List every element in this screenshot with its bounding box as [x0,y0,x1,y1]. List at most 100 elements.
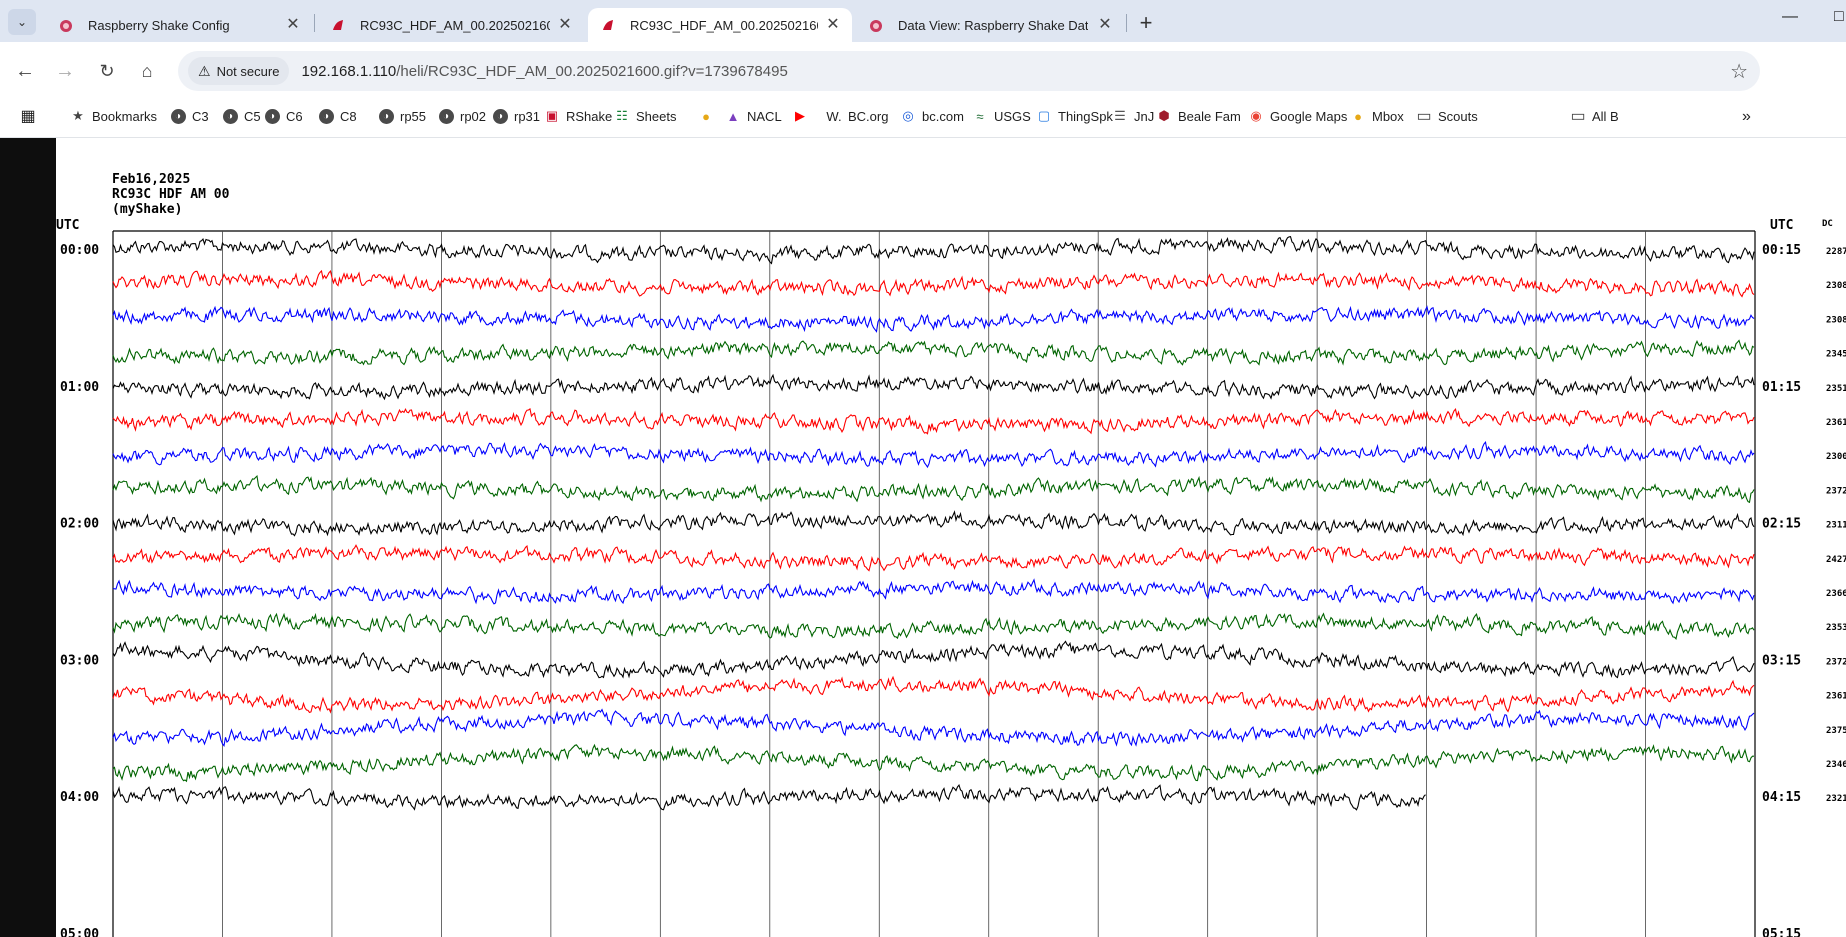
seismic-trace [112,373,1755,401]
browser-toolbar: ← → ↻ ⌂ ⚠ Not secure 192.168.1.110/heli/… [0,42,1846,100]
globe-icon: ◑ [492,108,508,124]
seismic-trace [112,305,1755,333]
close-tab-icon[interactable]: ✕ [824,16,842,34]
bookmark-bc-org[interactable]: W. BC.org [826,108,888,124]
bookmark-rp31[interactable]: ◑ rp31 [492,108,540,124]
folder-icon: ▭ [1570,108,1586,125]
bookmark-bc-com[interactable]: ◎ bc.com [900,108,964,124]
bookmark-nacl[interactable]: ▲ NACL [725,108,782,124]
left-dark-margin [0,138,56,937]
bookmark-bookmarks[interactable]: ★ Bookmarks [70,108,157,124]
new-tab-button[interactable]: + [1133,10,1159,36]
bookmark-scouts[interactable]: ▭ Scouts [1416,108,1477,125]
page-content: Feb16,2025 RC93C HDF AM 00 (myShake) UTC… [0,138,1846,937]
tab-0[interactable]: Raspberry Shake Config ✕ [46,8,312,42]
dc-value: 23612 [1826,692,1846,702]
bookmark-c8[interactable]: ◑ C8 [318,108,357,124]
bookmark-star-icon[interactable]: ☆ [1730,59,1748,84]
close-tab-icon[interactable]: ✕ [284,16,302,34]
header-station: (myShake) [112,202,182,217]
sheets-icon: ☷ [616,108,628,123]
header-date: Feb16,2025 [112,172,190,187]
tab-search-button[interactable]: ⌄ [8,9,36,35]
doc-icon: ☰ [1114,108,1126,123]
bookmark-rshake[interactable]: ▣ RShake [544,108,612,124]
bookmark-rp02[interactable]: ◑ rp02 [438,108,486,124]
left-hour-label: 01:00 [60,380,99,395]
bookmark-youtube[interactable]: ▶ [792,108,814,124]
close-tab-icon[interactable]: ✕ [1096,16,1114,34]
globe-icon: ◑ [318,108,334,124]
maps-pin-icon: ◉ [1250,108,1262,123]
bookmark-beale-fam[interactable]: ⬢ Beale Fam [1156,108,1241,124]
bookmark-label: rp02 [460,108,487,124]
seismic-trace [112,675,1755,714]
home-button[interactable]: ⌂ [132,56,162,86]
bookmark-label: rp55 [400,108,427,124]
right-hour-label: 03:15 [1762,653,1801,668]
apps-button[interactable]: ▦ [20,108,42,125]
home-icon: ⌂ [141,60,153,81]
dc-value: 23537 [1826,623,1846,633]
bookmark-c6[interactable]: ◑ C6 [264,108,303,124]
bookmark-label: All B [1592,108,1619,124]
forward-button[interactable]: → [50,56,80,86]
bookmark-mbox[interactable]: ● Mbox [1350,108,1404,124]
bookmark-w-circle[interactable]: ● [698,108,720,124]
tab-strip: ⌄ Raspberry Shake Config ✕ RC93C_HDF_AM_… [0,0,1846,42]
back-button[interactable]: ← [10,56,40,86]
seismic-trace [112,269,1755,298]
bookmarks-overflow-button[interactable]: » [1742,108,1751,126]
youtube-icon: ▶ [795,108,805,123]
security-label: Not secure [216,63,280,79]
left-hour-label: 00:00 [60,243,99,258]
close-tab-icon[interactable]: ✕ [556,16,574,34]
plus-icon: + [1139,10,1153,35]
bookmark-sheets[interactable]: ☷ Sheets [614,108,676,124]
seismic-trace [112,612,1755,640]
helicorder-plot: Feb16,2025 RC93C HDF AM 00 (myShake) UTC… [56,172,1846,937]
dc-value: 23514 [1826,384,1846,394]
dc-value: 23453 [1826,350,1846,360]
maximize-button[interactable]: □ [1834,8,1844,26]
dc-value: 22870 [1826,247,1846,257]
dc-value: 23754 [1826,726,1846,736]
seismic-trace [112,640,1755,679]
bookmark-jnj[interactable]: ☰ JnJ [1112,108,1154,124]
url-text[interactable]: 192.168.1.110/heli/RC93C_HDF_AM_00.20250… [301,63,787,80]
globe-icon: ◑ [438,108,454,124]
right-hour-label: 01:15 [1762,380,1801,395]
globe-icon: ◑ [264,108,280,124]
bookmarks-bar: ▦ » ★ Bookmarks ◑ C3 ◑ C5 ◑ C6 ◑ C8 ◑ rp55 ◑ rp02 ◑ rp3… [0,100,1846,138]
globe-icon: ◑ [378,108,394,124]
dc-value: 23729 [1826,486,1846,496]
bookmark-label: NACL [747,108,782,124]
bookmark-usgs[interactable]: ≈ USGS [972,108,1030,124]
dc-label: DC [1822,219,1833,229]
bookmark-c3[interactable]: ◑ C3 [170,108,209,124]
tab-2-active[interactable]: RC93C_HDF_AM_00.2025021600.gif ✕ [588,8,852,42]
dc-value: 24273 [1826,555,1846,565]
tab-3[interactable]: Data View: Raspberry Shake Data View ✕ [856,8,1124,42]
tab-1[interactable]: RC93C_HDF_AM_00.2025021600.gif ✕ [318,8,584,42]
star-icon: ★ [72,108,84,123]
bookmark-c5[interactable]: ◑ C5 [222,108,261,124]
tab-divider [314,14,315,32]
bookmark-all-b[interactable]: ▭ All B [1570,108,1619,125]
chevron-down-icon: ⌄ [16,15,28,29]
right-hour-label: 00:15 [1762,243,1801,258]
bookmark-thingspk[interactable]: ▢ ThingSpk [1036,108,1113,124]
apps-grid-icon: ▦ [20,108,36,125]
dc-value: 23611 [1826,418,1846,428]
site-info-button[interactable]: ⚠ Not secure [188,57,290,85]
maximize-icon: □ [1834,8,1844,25]
bookmark-rp55[interactable]: ◑ rp55 [378,108,426,124]
bookmark-google-maps[interactable]: ◉ Google Maps [1248,108,1347,124]
warning-triangle-icon: ⚠ [198,62,211,79]
reload-button[interactable]: ↻ [92,56,122,86]
address-bar[interactable]: ⚠ Not secure 192.168.1.110/heli/RC93C_HD… [178,51,1760,91]
seismic-trace [112,510,1755,537]
seismic-trace [112,743,1754,783]
minimize-button[interactable]: — [1782,8,1798,26]
tab-title: RC93C_HDF_AM_00.2025021600.gif [360,17,550,33]
